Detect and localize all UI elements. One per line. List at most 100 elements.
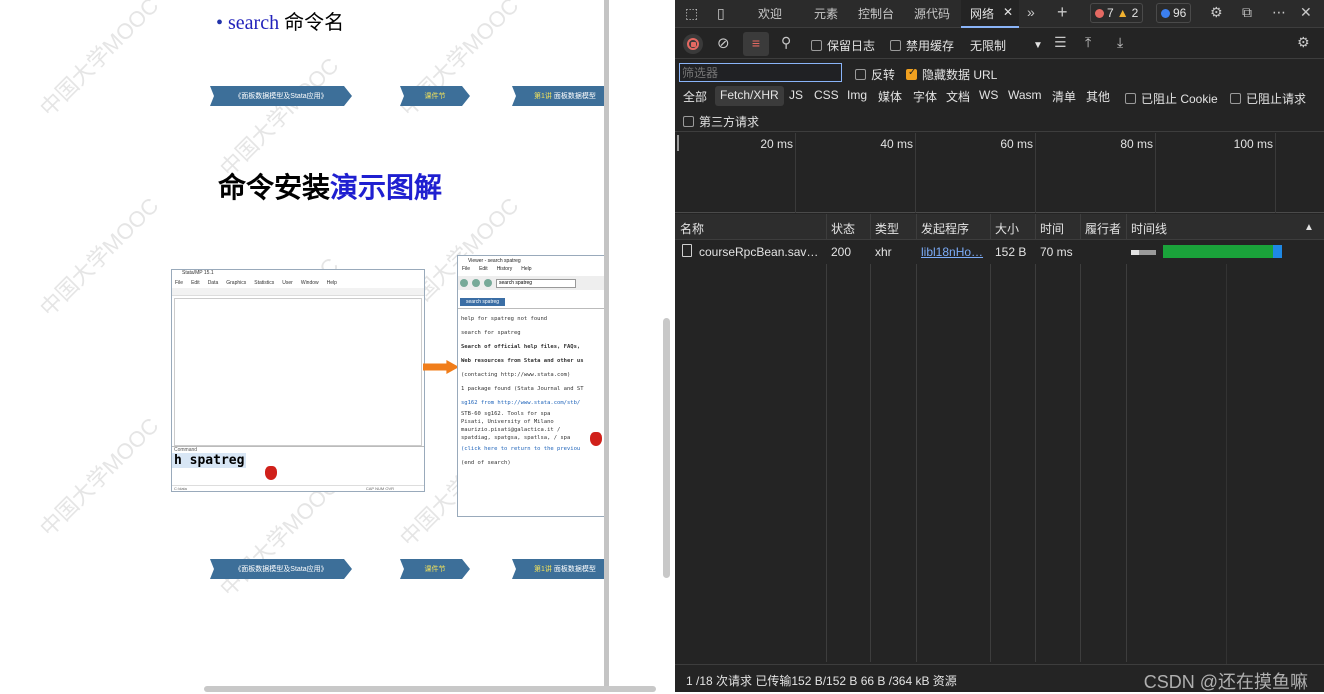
- status-summary: 1 /18 次请求 已传输152 B/152 B 66 B /364 kB 资源: [686, 674, 957, 688]
- type-filter-css[interactable]: CSS: [814, 88, 839, 102]
- column-size[interactable]: 大小: [995, 220, 1019, 237]
- bullet-text: 命令名: [284, 12, 345, 34]
- nav-chapter-bottom[interactable]: 课件节: [400, 559, 470, 579]
- network-settings-gear-icon[interactable]: ⚙: [1297, 34, 1310, 51]
- messages-badge[interactable]: 96: [1156, 3, 1192, 23]
- watermark: 中国大学MOOC: [35, 412, 164, 542]
- request-name[interactable]: courseRpcBean.sav…: [699, 245, 823, 259]
- type-filter-doc[interactable]: 文档: [946, 88, 970, 105]
- disable-cache-checkbox[interactable]: 禁用缓存: [890, 37, 954, 54]
- more-options-icon[interactable]: ⋯: [1272, 4, 1286, 21]
- stata-title: Stata/MP 15.1: [172, 270, 424, 280]
- tab-welcome[interactable]: 欢迎: [758, 5, 782, 22]
- filter-row: 反转 隐藏数据 URL: [675, 60, 1324, 86]
- bullet-keyword: search: [228, 12, 280, 34]
- column-separator[interactable]: [1080, 214, 1081, 662]
- viewer-toolbar: search spatreg: [458, 276, 604, 290]
- viewer-search-box: search spatreg: [496, 278, 576, 288]
- nav-chapter-top[interactable]: 课件节: [400, 86, 470, 106]
- type-filter-js[interactable]: JS: [789, 88, 803, 102]
- column-type[interactable]: 类型: [875, 220, 899, 237]
- horizontal-scrollbar[interactable]: [204, 686, 656, 692]
- grid-line: [795, 133, 796, 213]
- add-tab-icon[interactable]: +: [1057, 2, 1068, 23]
- download-icon[interactable]: ⤓: [1117, 34, 1123, 51]
- column-separator[interactable]: [916, 214, 917, 662]
- column-fulfilled-by[interactable]: 履行者: [1085, 220, 1121, 237]
- close-devtools-icon[interactable]: ✕: [1300, 4, 1312, 21]
- type-filter-fetch-xhr[interactable]: Fetch/XHR: [715, 86, 784, 106]
- tab-sources[interactable]: 源代码: [914, 5, 950, 22]
- type-filter-other[interactable]: 其他: [1086, 88, 1110, 105]
- column-separator[interactable]: [826, 214, 827, 662]
- bullet-dot: •: [216, 12, 224, 34]
- issues-badge[interactable]: 7 ▲ 2: [1090, 3, 1144, 23]
- blocked-requests-checkbox[interactable]: 已阻止请求: [1230, 90, 1306, 107]
- stata-command-label: Command: [172, 446, 424, 453]
- invert-checkbox[interactable]: 反转: [855, 66, 895, 83]
- nav-lecture-bottom[interactable]: 第1讲 面板数据模型: [512, 559, 604, 579]
- column-waterfall[interactable]: 时间线: [1131, 220, 1167, 237]
- device-toolbar-icon[interactable]: ▯: [717, 5, 725, 22]
- table-row[interactable]: courseRpcBean.sav… 200 xhr libl18nHo… 15…: [675, 240, 1324, 264]
- type-filter-img[interactable]: Img: [847, 88, 867, 102]
- search-icon[interactable]: ⚲: [781, 34, 791, 51]
- column-name[interactable]: 名称: [680, 220, 704, 237]
- tab-network[interactable]: 网络 ✕: [961, 0, 1019, 28]
- type-filter-wasm[interactable]: Wasm: [1008, 88, 1042, 102]
- customize-icon[interactable]: ⧉: [1242, 4, 1252, 21]
- pointer-hand-icon: [590, 432, 602, 446]
- tick-label: 60 ms: [1000, 137, 1033, 151]
- column-time[interactable]: 时间: [1040, 220, 1064, 237]
- vertical-scrollbar[interactable]: [663, 318, 670, 578]
- column-status[interactable]: 状态: [831, 220, 855, 237]
- filter-toggle-icon[interactable]: ≡: [743, 32, 769, 56]
- document-icon: [682, 244, 692, 257]
- type-filter-all[interactable]: 全部: [683, 88, 707, 105]
- request-size: 152 B: [995, 245, 1027, 259]
- clear-icon[interactable]: ⊘: [717, 34, 730, 52]
- viewer-title: Viewer - search spatreg: [468, 258, 521, 264]
- tick-label: 100 ms: [1233, 137, 1273, 151]
- column-separator[interactable]: [870, 214, 871, 662]
- slide-title: 命令安装演示图解: [218, 173, 443, 204]
- watermark: 中国大学MOOC: [35, 192, 164, 322]
- third-party-checkbox[interactable]: 第三方请求: [683, 113, 759, 130]
- devtools-tabbar: ⬚ ▯ 欢迎 元素 控制台 源代码 网络 ✕ » + 7 ▲ 2 96 ⚙ ⧉ ⋯…: [675, 0, 1324, 28]
- close-tab-icon[interactable]: ✕: [1003, 5, 1013, 19]
- request-initiator-link[interactable]: libl18nHo…: [921, 245, 987, 259]
- timeline-overview[interactable]: 20 ms 40 ms 60 ms 80 ms 100 ms: [675, 133, 1324, 213]
- blocked-cookies-checkbox[interactable]: 已阻止 Cookie: [1125, 90, 1218, 107]
- record-stop-button[interactable]: [683, 34, 703, 54]
- nav-lecture-top[interactable]: 第1讲 面板数据模型: [512, 86, 604, 106]
- preserve-log-checkbox[interactable]: 保留日志: [811, 37, 875, 54]
- type-filter-font[interactable]: 字体: [913, 88, 937, 105]
- waterfall-stalled: [1139, 250, 1156, 255]
- sort-ascending-icon[interactable]: ▲: [1304, 222, 1314, 233]
- more-tabs-icon[interactable]: »: [1027, 4, 1035, 20]
- nav-course-top[interactable]: 《面板数据模型及Stata应用》: [210, 86, 352, 106]
- watermark: 中国大学MOOC: [35, 0, 164, 122]
- filter-input[interactable]: [679, 63, 842, 82]
- network-conditions-icon[interactable]: ☰: [1054, 34, 1067, 51]
- viewer-tab: search spatreg: [460, 298, 506, 306]
- column-separator[interactable]: [1035, 214, 1036, 662]
- type-filter-manifest[interactable]: 清单: [1052, 88, 1076, 105]
- nav-course-bottom[interactable]: 《面板数据模型及Stata应用》: [210, 559, 352, 579]
- upload-icon[interactable]: ⤒: [1085, 34, 1091, 51]
- watermark: 中国大学MOOC: [215, 52, 344, 182]
- tab-console[interactable]: 控制台: [858, 5, 894, 22]
- viewer-body: help for spatreg not found search for sp…: [458, 308, 604, 473]
- throttle-select[interactable]: 无限制 ▼: [970, 37, 1043, 54]
- hide-data-urls-checkbox[interactable]: 隐藏数据 URL: [906, 66, 997, 83]
- type-filter-ws[interactable]: WS: [979, 88, 998, 102]
- inspect-icon[interactable]: ⬚: [685, 5, 698, 22]
- settings-gear-icon[interactable]: ⚙: [1210, 4, 1223, 21]
- stata-window-screenshot: Stata/MP 15.1 File Edit Data Graphics Statis…: [171, 269, 425, 492]
- column-separator[interactable]: [1126, 214, 1127, 662]
- column-separator[interactable]: [990, 214, 991, 662]
- tab-elements[interactable]: 元素: [814, 5, 838, 22]
- stata-status: C:\data CAP NUM OVR: [172, 485, 424, 491]
- type-filter-media[interactable]: 媒体: [878, 88, 902, 105]
- column-initiator[interactable]: 发起程序: [921, 220, 969, 237]
